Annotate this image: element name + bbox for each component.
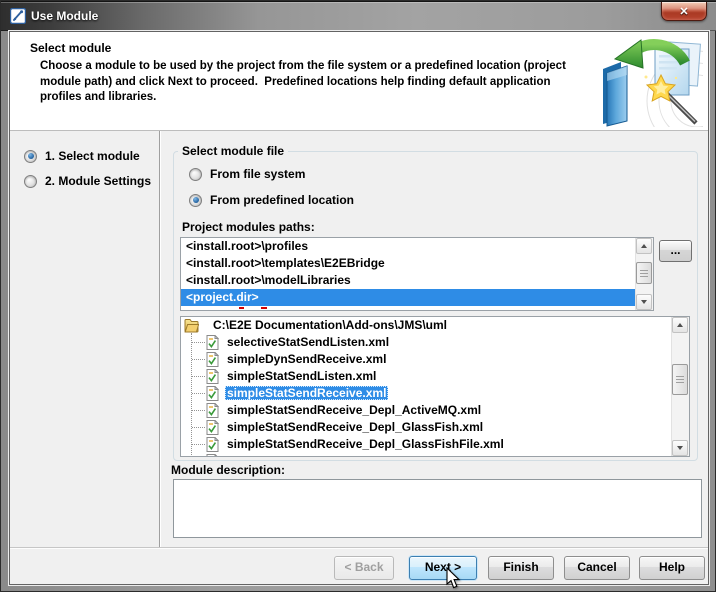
triangle-up-icon: [677, 323, 683, 327]
dialog-surface: Select module Choose a module to be used…: [9, 31, 709, 585]
radio-from-predefined-location-label: From predefined location: [210, 193, 354, 207]
tree-file-row[interactable]: selectiveStatSendListen.xml: [181, 334, 672, 351]
tree-file-label: simpleStatSendReceive_Depl_GlassFish.xml: [225, 420, 485, 434]
xml-file-icon: [206, 335, 219, 350]
radio-from-file-system[interactable]: From file system: [189, 167, 305, 181]
button-bar: < Back Next > Finish Cancel Help: [10, 547, 708, 584]
path-item[interactable]: <install.root>\profiles: [181, 238, 636, 255]
xml-file-icon: [206, 437, 219, 452]
project-modules-paths-label: Project modules paths:: [182, 220, 315, 234]
step2-radio-icon: [24, 175, 37, 188]
path-item[interactable]: <install.root>\modelLibraries: [181, 272, 636, 289]
step1-radio-icon: [24, 150, 37, 163]
scrollbar-thumb[interactable]: [672, 364, 688, 395]
mouse-cursor-icon: [446, 567, 462, 591]
step-select-module[interactable]: 1. Select module: [24, 149, 140, 163]
radio-icon-unselected: [189, 168, 202, 181]
scroll-up-button[interactable]: [672, 317, 688, 333]
tree-file-label: simpleStatSendListen.xml: [225, 369, 378, 383]
tree-file-label: simpleStatSendReceive_Depl_WebLogic.xml: [225, 454, 485, 456]
module-description-label: Module description:: [171, 463, 285, 477]
scrollbar-thumb[interactable]: [636, 262, 652, 284]
xml-file-icon: [206, 403, 219, 418]
cancel-button[interactable]: Cancel: [564, 556, 630, 580]
tree-scrollbar[interactable]: [671, 317, 689, 456]
next-button[interactable]: Next >: [409, 556, 477, 580]
tree-file-label: selectiveStatSendListen.xml: [225, 335, 391, 349]
tree-viewport: C:\E2E Documentation\Add-ons\JMS\uml sel…: [181, 317, 672, 456]
tree-file-label: simpleDynSendReceive.xml: [225, 352, 388, 366]
clipped-path-item: [239, 307, 283, 309]
xml-file-icon: [206, 420, 219, 435]
scroll-down-button[interactable]: [672, 440, 688, 456]
window-title: Use Module: [31, 2, 98, 30]
xml-file-icon: [206, 369, 219, 384]
step2-label: 2. Module Settings: [45, 174, 151, 188]
title-bar[interactable]: Use Module ✕: [1, 1, 716, 31]
wizard-art-icon: [597, 35, 703, 127]
step-module-settings[interactable]: 2. Module Settings: [24, 174, 151, 188]
module-files-tree[interactable]: C:\E2E Documentation\Add-ons\JMS\uml sel…: [180, 316, 690, 457]
triangle-up-icon: [641, 244, 647, 248]
tree-file-label-selected: simpleStatSendReceive.xml: [225, 386, 388, 400]
scroll-down-button[interactable]: [636, 294, 652, 310]
triangle-down-icon: [641, 300, 647, 304]
tree-root-label: C:\E2E Documentation\Add-ons\JMS\uml: [213, 318, 447, 332]
project-modules-paths-list[interactable]: <install.root>\profiles <install.root>\t…: [180, 237, 654, 311]
radio-from-file-system-label: From file system: [210, 167, 305, 181]
page-title: Select module: [30, 41, 111, 55]
tree-file-row[interactable]: simpleStatSendReceive_Depl_GlassFish.xml: [181, 419, 672, 436]
tree-file-label: simpleStatSendReceive_Depl_GlassFishFile…: [225, 437, 506, 451]
path-item[interactable]: <install.root>\templates\E2EBridge: [181, 255, 636, 272]
radio-icon-selected: [189, 194, 202, 207]
back-button: < Back: [334, 556, 394, 580]
paths-scrollbar[interactable]: [635, 238, 653, 310]
tree-file-row[interactable]: simpleStatSendReceive_Depl_GlassFishFile…: [181, 436, 672, 453]
close-button[interactable]: ✕: [661, 2, 707, 21]
tree-root-row[interactable]: C:\E2E Documentation\Add-ons\JMS\uml: [181, 317, 672, 334]
finish-button[interactable]: Finish: [488, 556, 554, 580]
page-description: Choose a module to be used by the projec…: [40, 59, 592, 106]
tree-file-row[interactable]: simpleStatSendReceive_Depl_ActiveMQ.xml: [181, 402, 672, 419]
scroll-up-button[interactable]: [636, 238, 652, 254]
xml-file-icon: [206, 352, 219, 367]
sidebar-divider: [159, 131, 160, 547]
xml-file-icon: [206, 454, 219, 456]
app-icon: [10, 8, 26, 24]
tree-file-row-clipped[interactable]: simpleStatSendReceive_Depl_WebLogic.xml: [181, 453, 672, 456]
close-icon: ✕: [679, 6, 688, 18]
wizard-header: Select module Choose a module to be used…: [10, 32, 708, 131]
path-item-selected[interactable]: <project.dir>: [181, 289, 636, 306]
browse-path-button[interactable]: ...: [659, 240, 692, 262]
tree-file-label: simpleStatSendReceive_Depl_ActiveMQ.xml: [225, 403, 483, 417]
tree-file-row[interactable]: simpleStatSendListen.xml: [181, 368, 672, 385]
triangle-down-icon: [677, 446, 683, 450]
use-module-window: { "window": { "title": "Use Module", "cl…: [0, 0, 716, 592]
xml-file-icon: [206, 386, 219, 401]
tree-file-row-selected[interactable]: simpleStatSendReceive.xml: [181, 385, 672, 402]
radio-from-predefined-location[interactable]: From predefined location: [189, 193, 354, 207]
group-title: Select module file: [178, 144, 288, 158]
tree-file-row[interactable]: simpleDynSendReceive.xml: [181, 351, 672, 368]
step1-label: 1. Select module: [45, 149, 140, 163]
module-description-field[interactable]: [173, 479, 702, 538]
folder-icon: [184, 317, 199, 333]
help-button[interactable]: Help: [639, 556, 705, 580]
